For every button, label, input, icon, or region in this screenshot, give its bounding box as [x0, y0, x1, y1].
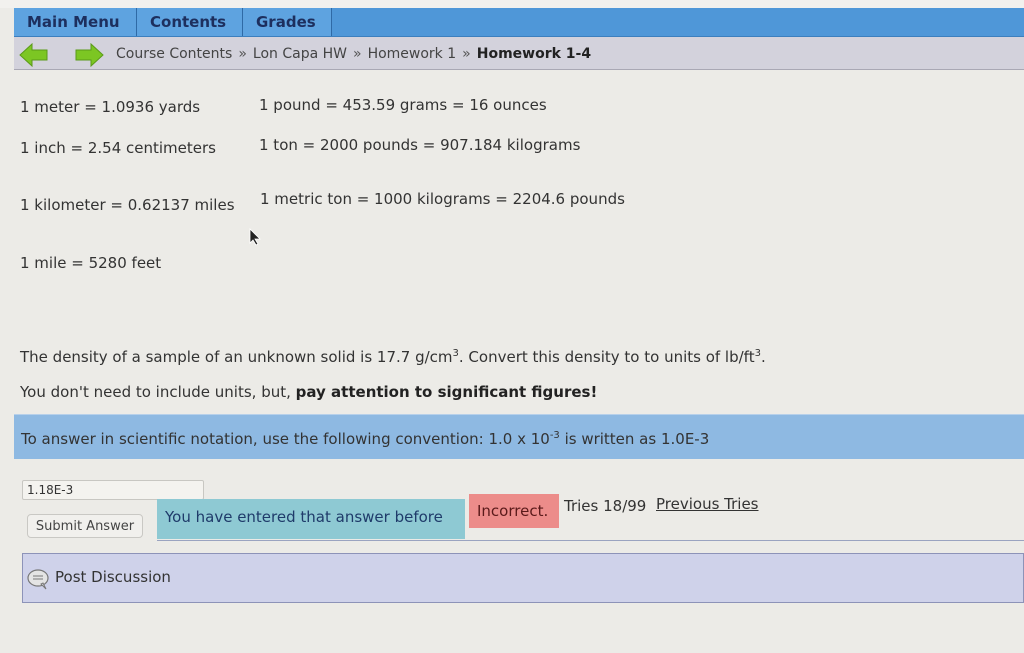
instruction-normal: You don't need to include units, but,	[20, 383, 296, 401]
post-discussion-link[interactable]: Post Discussion	[55, 568, 171, 586]
post-discussion-bar[interactable]: Post Discussion	[22, 553, 1024, 603]
back-arrow-icon[interactable]	[19, 43, 49, 67]
sci-exp: -3	[549, 430, 560, 441]
conversion-mile-feet: 1 mile = 5280 feet	[20, 254, 162, 272]
incorrect-status-badge: Incorrect.	[469, 494, 559, 528]
answer-input[interactable]	[22, 480, 204, 500]
question-part1: The density of a sample of an unknown so…	[20, 348, 453, 366]
breadcrumb-course-contents[interactable]: Course Contents	[116, 46, 232, 62]
question-part2: . Convert this density to to units of lb…	[458, 348, 755, 366]
breadcrumb-separator: »	[238, 46, 247, 62]
tab-grades[interactable]: Grades	[243, 8, 332, 36]
conversion-inch-cm: 1 inch = 2.54 centimeters	[20, 139, 216, 157]
conversion-metric-ton: 1 metric ton = 1000 kilograms = 2204.6 p…	[260, 190, 625, 208]
breadcrumb-lon-capa-hw[interactable]: Lon Capa HW	[253, 46, 347, 62]
sci-post: is written as 1.0E-3	[559, 430, 710, 448]
conversion-meter-yards: 1 meter = 1.0936 yards	[20, 98, 201, 116]
tab-main-menu[interactable]: Main Menu	[14, 8, 137, 36]
breadcrumb-current: Homework 1-4	[476, 46, 592, 62]
scientific-notation-box: To answer in scientific notation, use th…	[14, 414, 1024, 459]
forward-arrow-icon[interactable]	[74, 43, 104, 67]
breadcrumb-homework-1[interactable]: Homework 1	[368, 46, 457, 62]
top-strip	[0, 0, 1024, 8]
question-part3: .	[760, 348, 766, 366]
mouse-cursor-icon	[249, 228, 261, 246]
breadcrumb-separator: »	[462, 46, 471, 62]
question-text: The density of a sample of an unknown so…	[20, 348, 766, 366]
conversion-pound-grams: 1 pound = 453.59 grams = 16 ounces	[259, 96, 547, 114]
conversion-ton-pounds: 1 ton = 2000 pounds = 907.184 kilograms	[259, 136, 581, 154]
tab-contents[interactable]: Contents	[137, 8, 243, 36]
instruction-bold: pay attention to significant figures!	[295, 383, 598, 401]
previous-answer-message: You have entered that answer before	[157, 499, 465, 539]
submit-answer-button[interactable]: Submit Answer	[27, 514, 143, 538]
speech-bubble-icon	[27, 569, 49, 590]
instruction-text: You don't need to include units, but, pa…	[20, 383, 597, 401]
conversion-km-miles: 1 kilometer = 0.62137 miles	[20, 196, 235, 214]
breadcrumb: Course Contents » Lon Capa HW » Homework 1 » H…	[116, 46, 591, 62]
sci-pre: To answer in scientific notation, use th…	[21, 430, 550, 448]
divider	[157, 540, 1024, 541]
main-menu-bar: Main Menu Contents Grades	[14, 8, 1024, 37]
previous-tries-link[interactable]: Previous Tries	[656, 495, 759, 513]
navigation-bar: Course Contents » Lon Capa HW » Homework 1 » H…	[14, 37, 1024, 70]
scientific-notation-text: To answer in scientific notation, use th…	[21, 430, 709, 448]
breadcrumb-separator: »	[352, 46, 362, 62]
tries-count: Tries 18/99	[564, 497, 647, 515]
